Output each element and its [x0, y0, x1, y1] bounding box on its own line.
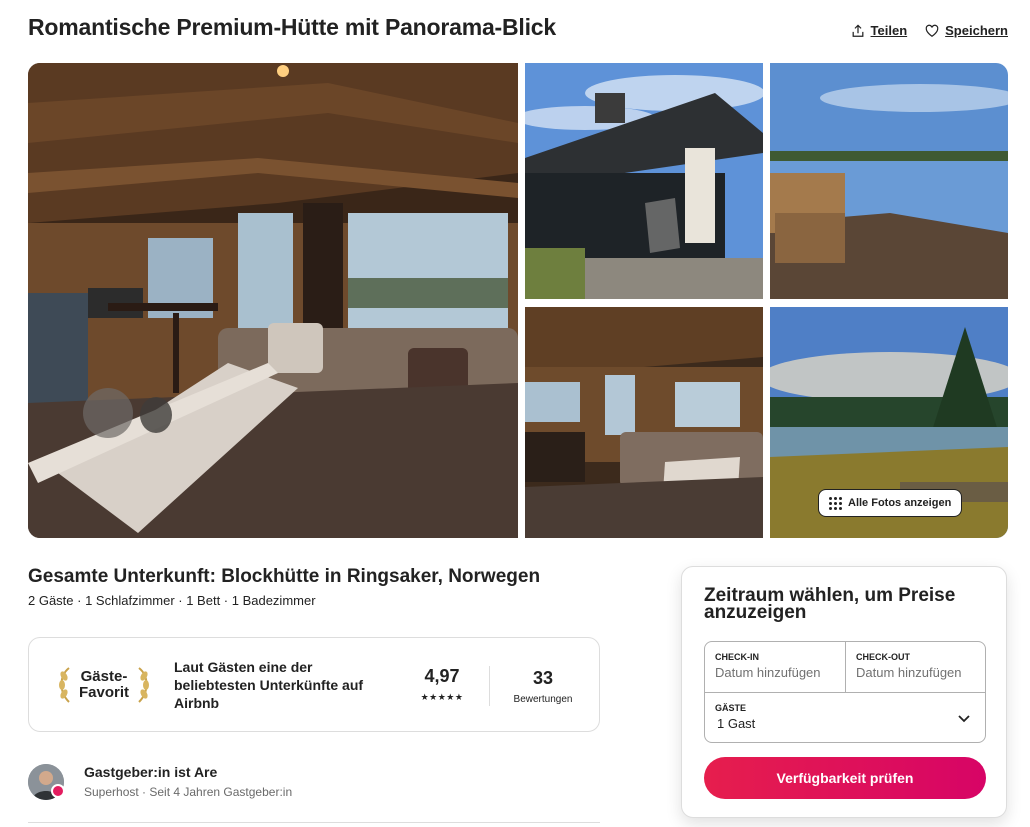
photo-cabin-exterior[interactable]: [525, 63, 763, 299]
share-button[interactable]: Teilen: [851, 23, 908, 38]
photo-gallery: [28, 63, 1008, 538]
laurel-left-icon: [58, 667, 70, 703]
chevron-down-icon: [958, 715, 970, 723]
photo-living-room[interactable]: [28, 63, 518, 538]
photo-living-room-2[interactable]: [525, 307, 763, 538]
reviews[interactable]: 33 Bewertungen: [503, 668, 583, 707]
listing-title: Romantische Premium-Hütte mit Panorama-B…: [28, 14, 556, 40]
booking-card: Zeitraum wählen, um Preise anzuzeigen CH…: [681, 566, 1007, 818]
guest-favorite-label-line2: Favorit: [78, 684, 129, 701]
rating: 4,97 ★★★★★: [414, 666, 470, 705]
share-icon: [852, 23, 863, 37]
save-button[interactable]: Speichern: [925, 23, 1008, 38]
grid-dots-icon: [829, 496, 842, 510]
checkout-field[interactable]: CHECK-OUT Datum hinzufügen: [846, 642, 987, 692]
review-count: 33: [532, 668, 554, 688]
guest-favorite-label-line1: Gäste-: [80, 668, 128, 685]
laurel-right-icon: [138, 667, 149, 703]
checkin-field[interactable]: CHECK-IN Datum hinzufügen: [705, 642, 846, 692]
booking-title: Zeitraum wählen, um Preise anzuzeigen: [704, 585, 956, 623]
guests-label: GÄSTE: [715, 703, 747, 713]
review-label: Bewertungen: [513, 694, 573, 705]
host-name: Gastgeber:in ist Are: [84, 764, 218, 780]
date-guest-picker: CHECK-IN Datum hinzufügen CHECK-OUT Datu…: [704, 641, 986, 743]
checkout-label: CHECK-OUT: [856, 652, 910, 662]
heart-icon: [925, 24, 939, 37]
check-availability-button[interactable]: Verfügbarkeit prüfen: [704, 757, 986, 799]
guest-favorite-text: Laut Gästen eine der beliebtesten Unterk…: [174, 659, 364, 711]
listing-details: 2 Gäste · 1 Schlafzimmer · 1 Bett · 1 Ba…: [28, 593, 316, 608]
show-all-photos-label: Alle Fotos anzeigen: [848, 497, 952, 509]
checkin-value: Datum hinzufügen: [715, 665, 821, 680]
rating-value: 4,97: [424, 666, 460, 686]
star-rating: ★★★★★: [420, 692, 464, 702]
guest-favorite-card[interactable]: Gäste- Favorit Laut Gästen eine der beli…: [28, 637, 600, 732]
listing-subtitle: Gesamte Unterkunft: Blockhütte in Ringsa…: [28, 566, 541, 587]
checkin-label: CHECK-IN: [715, 652, 759, 662]
section-divider: [28, 822, 600, 823]
guest-favorite-badge: Gäste- Favorit: [49, 662, 159, 708]
checkout-value: Datum hinzufügen: [856, 665, 962, 680]
divider: [489, 666, 490, 706]
show-all-photos-button[interactable]: Alle Fotos anzeigen: [818, 489, 963, 517]
superhost-badge-icon: [51, 784, 65, 798]
save-label: Speichern: [945, 23, 1008, 38]
top-actions: Teilen Speichern: [851, 23, 1008, 38]
guest-favorite-label: Gäste- Favorit: [79, 669, 129, 701]
host-meta: Superhost · Seit 4 Jahren Gastgeber:in: [84, 785, 293, 799]
guests-select[interactable]: GÄSTE 1 Gast: [705, 693, 985, 743]
photo-lake-bench[interactable]: [770, 63, 1008, 299]
share-label: Teilen: [870, 23, 908, 38]
guests-value: 1 Gast: [717, 716, 756, 731]
